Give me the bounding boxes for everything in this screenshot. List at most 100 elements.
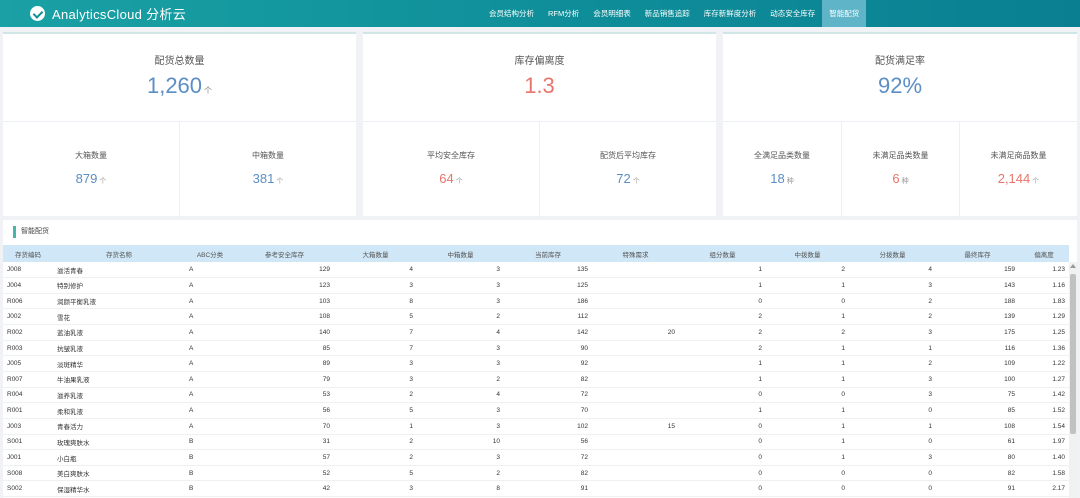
kpi-deviation: 库存偏离度 1.3 xyxy=(363,34,716,122)
table-cell: 112 xyxy=(504,308,592,326)
kpi-full-cat-label: 全满足品类数量 xyxy=(754,151,810,160)
table-cell: 140 xyxy=(235,324,334,341)
table-cell: 1 xyxy=(766,355,849,372)
table-header-row: 存货编码 存货名称 ABC分类 参考安全库存 大箱数量 中箱数量 当前库存 特殊需求 组分数量中… xyxy=(3,245,1069,262)
nav-stock-freshness[interactable]: 库存新鲜度分析 xyxy=(697,0,764,27)
table-row[interactable]: S001 玫瑰爽肤水 B 31 2 10 56 0 1 0 61 1.97 xyxy=(3,434,1069,451)
table-body: J008 滋活青春 A 129 4 3 135 1 2 4 159 1.23 J004 特别修护 A 123 3… xyxy=(3,262,1069,498)
kpi-total-unit: 个 xyxy=(204,86,213,95)
table-cell: 129 xyxy=(235,262,334,279)
nav-member-detail[interactable]: 会员明细表 xyxy=(586,0,638,27)
table-cell: 1.23 xyxy=(1019,262,1069,279)
table-cell: 90 xyxy=(504,340,592,357)
column-header[interactable]: 存货编码 xyxy=(3,245,53,262)
table-cell: 139 xyxy=(936,308,1019,326)
table-cell: 2 xyxy=(849,355,936,372)
table-cell xyxy=(592,262,679,279)
table-row[interactable]: R003 抗皱乳液 A 85 7 3 90 2 1 1 116 1.36 xyxy=(3,340,1069,357)
table-cell: 1.25 xyxy=(1019,324,1069,341)
table-cell: J002 xyxy=(3,308,53,326)
brand[interactable]: AnalyticsCloud 分析云 xyxy=(30,4,186,23)
table-row[interactable]: J001 小白瓶 B 57 2 3 72 0 1 3 80 1.40 xyxy=(3,449,1069,466)
table-cell: 0 xyxy=(679,480,766,498)
column-header[interactable]: 参考安全库存 xyxy=(235,245,334,262)
column-header[interactable]: 大箱数量 xyxy=(334,245,417,262)
kpi-full-cat-value: 18 xyxy=(770,171,785,186)
nav-member-structure[interactable]: 会员结构分析 xyxy=(482,0,541,27)
table-cell: 2 xyxy=(334,449,417,466)
table-cell: 20 xyxy=(592,324,679,341)
nav-dynamic-safety[interactable]: 动态安全库存 xyxy=(763,0,822,27)
table-cell: 159 xyxy=(936,262,1019,279)
table-cell: B xyxy=(185,465,235,482)
kpi-mid-box-label: 中箱数量 xyxy=(252,151,284,160)
kpi-avg-after-unit: 个 xyxy=(632,178,640,185)
table-cell: 7 xyxy=(334,340,417,357)
kpi-full-cat: 全满足品类数量 18 种 xyxy=(723,122,841,218)
table-cell: 3 xyxy=(849,324,936,341)
table-cell: 42 xyxy=(235,480,334,498)
table-row[interactable]: R006 润颜平衡乳液 A 103 8 3 186 0 0 2 188 1.83 xyxy=(3,293,1069,310)
kpi-big-box-value: 879 xyxy=(75,171,98,186)
table-cell: 56 xyxy=(504,434,592,451)
table-cell: 5 xyxy=(334,465,417,482)
table-row[interactable]: S002 保湿精华水 B 42 3 8 91 0 0 0 91 2.17 xyxy=(3,480,1069,498)
table-scrollbar[interactable] xyxy=(1069,262,1077,498)
column-header[interactable]: ABC分类 xyxy=(185,245,235,262)
table-cell: 3 xyxy=(334,371,417,388)
nav-new-product[interactable]: 新品销售追踪 xyxy=(638,0,697,27)
table-row[interactable]: J002 雪花 A 108 5 2 112 2 1 2 139 1.29 xyxy=(3,308,1069,326)
column-header[interactable]: 中箱数量 xyxy=(417,245,504,262)
table-row[interactable]: J008 滋活青春 A 129 4 3 135 1 2 4 159 1.23 xyxy=(3,262,1069,279)
table-cell: B xyxy=(185,434,235,451)
table-row[interactable]: R007 牛油果乳液 A 79 3 2 82 1 1 3 100 1.27 xyxy=(3,371,1069,388)
app-title: AnalyticsCloud 分析云 xyxy=(52,7,186,22)
column-header[interactable]: 存货名称 xyxy=(53,245,185,262)
table-cell: J001 xyxy=(3,449,53,466)
column-header[interactable]: 偏离度 xyxy=(1019,245,1069,262)
nav-smart-allocation[interactable]: 智能配货 xyxy=(822,0,867,27)
table-cell: 15 xyxy=(592,418,679,435)
table-cell: 抗皱乳液 xyxy=(53,340,185,357)
table-cell: 牛油果乳液 xyxy=(53,371,185,388)
column-header[interactable]: 分拨数量 xyxy=(849,245,936,262)
column-header[interactable]: 组分数量 xyxy=(679,245,766,262)
table-cell xyxy=(592,387,679,404)
table-cell: 2 xyxy=(679,340,766,357)
table-cell: 109 xyxy=(936,355,1019,372)
scroll-thumb[interactable] xyxy=(1070,274,1076,434)
table-cell: 3 xyxy=(417,418,504,435)
table-cell: 3 xyxy=(334,480,417,498)
table-cell xyxy=(592,308,679,326)
column-header[interactable]: 当前库存 xyxy=(504,245,592,262)
table-cell: 滋养乳液 xyxy=(53,387,185,404)
table-cell: 2 xyxy=(849,293,936,310)
table-row[interactable]: J005 淡斑精华 A 89 3 3 92 1 1 2 109 1.22 xyxy=(3,355,1069,372)
table-cell: 70 xyxy=(235,418,334,435)
column-header[interactable]: 特殊需求 xyxy=(592,245,679,262)
table-cell: S008 xyxy=(3,465,53,482)
table-cell: 7 xyxy=(334,324,417,341)
table-cell: 186 xyxy=(504,293,592,310)
logo-icon xyxy=(30,6,45,21)
table-cell: S002 xyxy=(3,480,53,498)
table-cell: A xyxy=(185,371,235,388)
table-cell: J005 xyxy=(3,355,53,372)
table-row[interactable]: R001 柔和乳液 A 56 5 3 70 1 1 0 85 1.52 xyxy=(3,402,1069,419)
column-header[interactable]: 中拨数量 xyxy=(766,245,849,262)
table-row[interactable]: J004 特别修护 A 123 3 3 125 1 1 3 143 1.16 xyxy=(3,277,1069,294)
nav-rfm[interactable]: RFM分析 xyxy=(541,0,586,27)
kpi-satisfaction-value: 92% xyxy=(877,73,923,98)
table-row[interactable]: S008 美白爽肤水 B 52 5 2 82 0 0 0 82 1.58 xyxy=(3,465,1069,482)
table-row[interactable]: R002 蓝油乳液 A 140 7 4 142 20 2 2 3 175 1.25 xyxy=(3,324,1069,341)
table-cell: 0 xyxy=(849,465,936,482)
table-row[interactable]: J003 青春活力 A 70 1 3 102 15 0 1 1 108 1.54 xyxy=(3,418,1069,435)
table-cell: 3 xyxy=(334,277,417,294)
scroll-up-icon[interactable] xyxy=(1070,264,1076,268)
column-header[interactable]: 最终库存 xyxy=(936,245,1019,262)
table-cell: 5 xyxy=(334,308,417,326)
table-row[interactable]: R004 滋养乳液 A 53 2 4 72 0 0 3 75 1.42 xyxy=(3,387,1069,404)
table-cell: 1.27 xyxy=(1019,371,1069,388)
table-cell: 3 xyxy=(849,277,936,294)
table-cell: 1 xyxy=(679,402,766,419)
